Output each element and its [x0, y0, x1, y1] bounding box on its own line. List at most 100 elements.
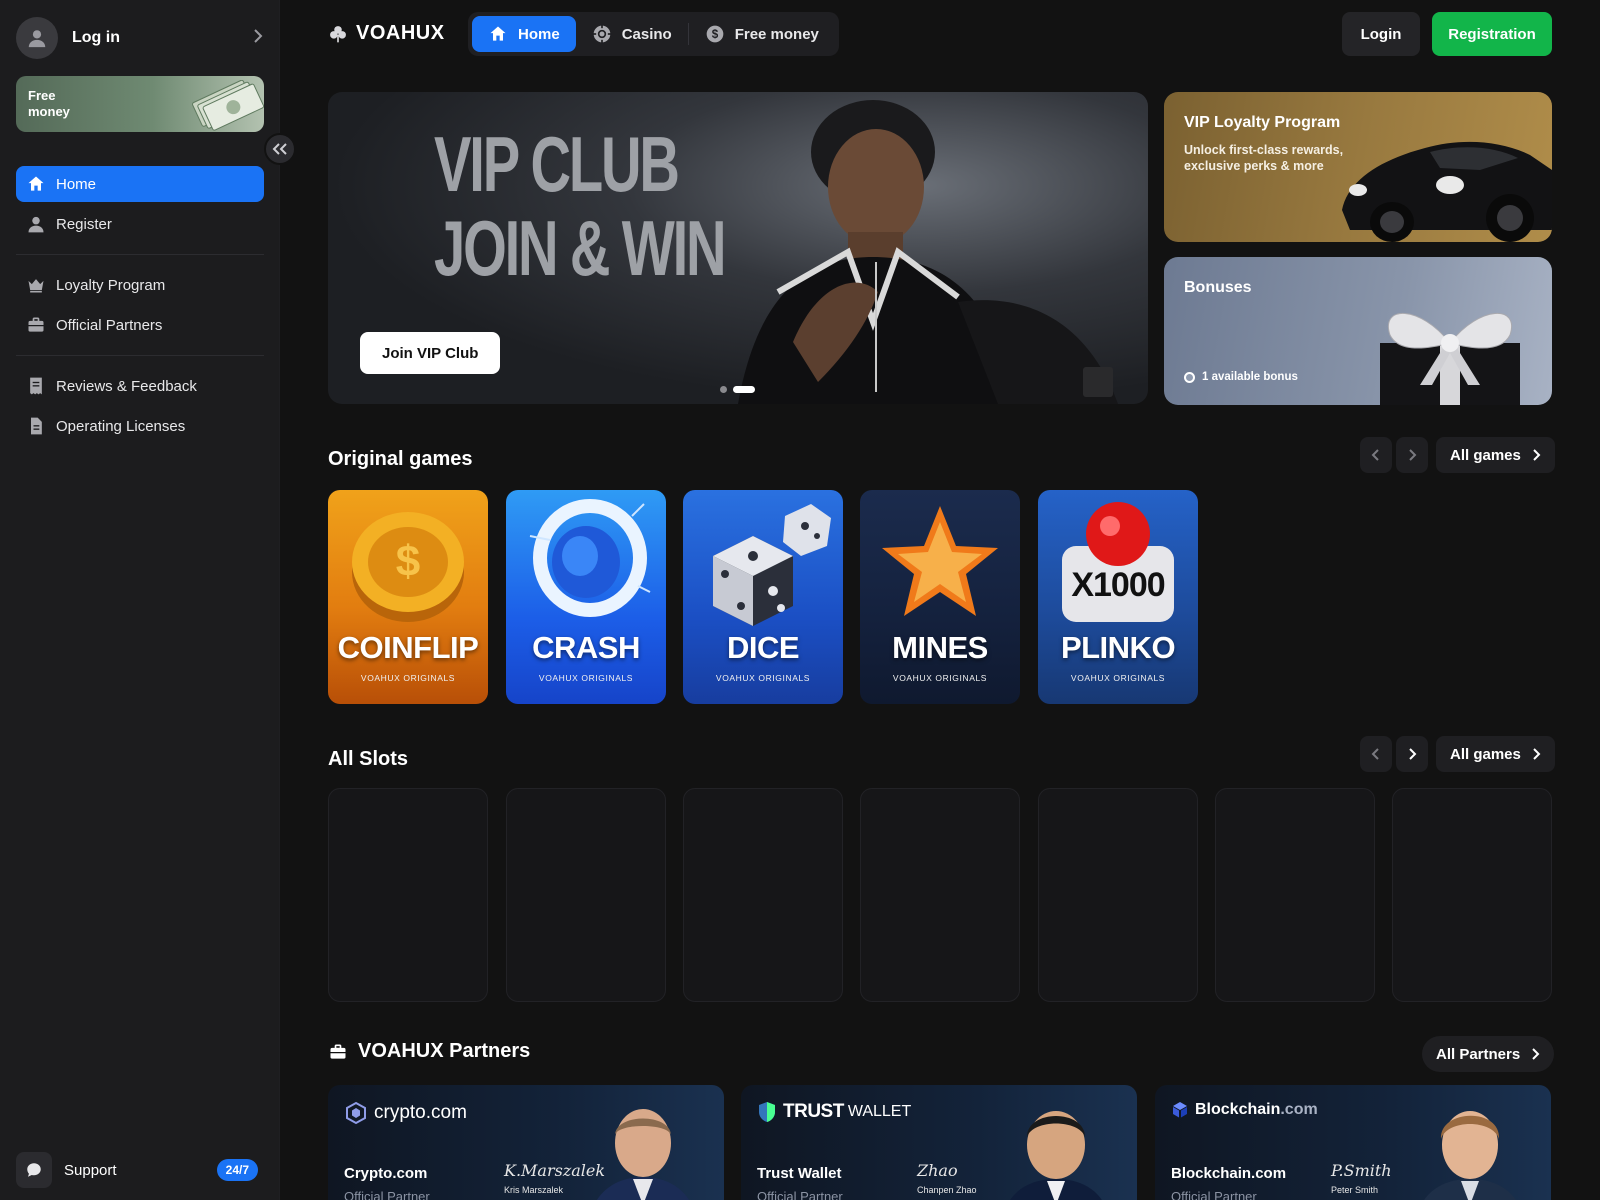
slot-card-placeholder[interactable] [1038, 788, 1198, 1002]
dollar-coin-icon: $ [706, 25, 724, 43]
slot-card-placeholder[interactable] [506, 788, 666, 1002]
crypto-com-logo: crypto.com [344, 1101, 467, 1125]
sidebar-item-label: Home [56, 175, 97, 193]
partner-logo-bold: Blockchain [1195, 1101, 1281, 1118]
partner-person: Kris Marszalek [504, 1185, 564, 1195]
coin-icon: $ [352, 512, 464, 622]
bonuses-card[interactable]: Bonuses 1 available bonus [1164, 257, 1552, 405]
hero-headline: VIP CLUB JOIN & WIN [434, 120, 727, 292]
login-label: Log in [72, 29, 120, 46]
registration-button[interactable]: Registration [1432, 12, 1552, 56]
original-games-next-button[interactable] [1396, 437, 1428, 473]
chevron-right-icon [1409, 748, 1417, 760]
home-icon [28, 176, 44, 191]
carousel-dot-active[interactable] [733, 386, 755, 393]
partners-title: VOAHUX Partners [328, 1040, 530, 1063]
slot-card-placeholder[interactable] [683, 788, 843, 1002]
game-subtitle: VOAHUX ORIGINALS [1070, 673, 1166, 683]
chevron-right-icon [252, 27, 264, 50]
all-slots-next-button[interactable] [1396, 736, 1428, 772]
partner-name: Blockchain.com [1171, 1165, 1287, 1182]
partner-name: Crypto.com [344, 1165, 428, 1182]
sidebar-item-reviews[interactable]: Reviews & Feedback [16, 368, 264, 404]
tab-free-money[interactable]: $ Free money [689, 16, 835, 52]
sidebar-item-label: Official Partners [56, 316, 163, 334]
slot-card-placeholder[interactable] [1392, 788, 1552, 1002]
sidebar-item-label: Loyalty Program [56, 276, 166, 294]
chevron-left-icon [1371, 748, 1379, 760]
all-slots-all-button[interactable]: All games [1436, 736, 1555, 772]
all-games-label: All games [1450, 745, 1521, 763]
game-card-dice[interactable]: DICE VOAHUX ORIGINALS [683, 490, 843, 704]
carousel-dot[interactable] [720, 386, 727, 393]
support-button[interactable]: Support 24/7 [16, 1152, 264, 1188]
game-card-crash[interactable]: CRASH VOAHUX ORIGINALS [506, 490, 666, 704]
vip-loyalty-card[interactable]: VIP Loyalty Program Unlock first-class r… [1164, 92, 1552, 242]
chevron-right-icon [1533, 449, 1541, 461]
game-card-plinko[interactable]: X1000 PLINKO VOAHUX ORIGINALS [1038, 490, 1198, 704]
partner-card-crypto-com[interactable]: crypto.com Crypto.com Official Partner K… [328, 1085, 724, 1200]
crown-icon [28, 279, 44, 293]
collapse-sidebar-button[interactable] [264, 133, 296, 165]
hero-person-image [738, 100, 1118, 404]
tab-home[interactable]: Home [472, 16, 576, 52]
partner-person: Peter Smith [1331, 1185, 1379, 1195]
svg-text:$: $ [711, 28, 718, 41]
receipt-icon [30, 377, 42, 395]
chevron-right-icon [1533, 748, 1541, 760]
sidebar-item-label: Reviews & Feedback [56, 377, 197, 395]
hero-headline-line2: JOIN & WIN [434, 204, 727, 292]
tab-casino[interactable]: Casino [576, 16, 688, 52]
blockchain-cube-icon [1173, 1102, 1187, 1118]
sidebar-item-official-partners[interactable]: Official Partners [16, 307, 264, 343]
avatar [16, 17, 58, 59]
sidebar-item-register[interactable]: Register [16, 206, 264, 242]
support-label: Support [64, 1161, 117, 1179]
dice-icon [713, 504, 831, 626]
hero-headline-line1: VIP CLUB [434, 120, 680, 208]
portal-ring-icon [529, 499, 651, 617]
original-games-all-button[interactable]: All games [1436, 437, 1555, 473]
partner-card-blockchain-com[interactable]: Blockchain .com Blockchain.com Official … [1155, 1085, 1551, 1200]
sidebar-item-label: Operating Licenses [56, 417, 186, 435]
free-money-label: Free money [28, 88, 70, 119]
bonuses-card-title: Bonuses [1184, 279, 1252, 296]
briefcase-icon [28, 317, 44, 332]
game-card-mines[interactable]: MINES VOAHUX ORIGINALS [860, 490, 1020, 704]
chevron-left-icon [1371, 449, 1379, 461]
free-money-banner[interactable]: Free money [16, 76, 264, 132]
brand-logo[interactable]: VOAHUX [328, 22, 445, 45]
login-row[interactable]: Log in [16, 16, 264, 60]
slot-card-placeholder[interactable] [860, 788, 1020, 1002]
chat-bubble-icon [16, 1152, 52, 1188]
trust-wallet-logo: TRUST WALLET [757, 1101, 911, 1123]
crypto-com-shield-icon [346, 1101, 366, 1125]
tab-label: Home [518, 25, 560, 43]
partner-logo-light: .com [1280, 1101, 1318, 1118]
sidebar-item-home[interactable]: Home [16, 166, 264, 202]
partner-logo-light: WALLET [847, 1103, 912, 1120]
partner-portrait-image [1424, 1111, 1516, 1200]
sidebar-nav-primary: Home Register Loyalty Program Official P… [16, 166, 264, 448]
partner-portrait-image [1010, 1111, 1102, 1200]
slot-card-placeholder[interactable] [1215, 788, 1375, 1002]
sidebar-item-loyalty-program[interactable]: Loyalty Program [16, 267, 264, 303]
hero-banner[interactable]: VIP CLUB JOIN & WIN Join VIP Club [328, 92, 1148, 404]
game-subtitle: VOAHUX ORIGINALS [715, 673, 811, 683]
cash-stack-icon [192, 80, 264, 131]
partner-card-trust-wallet[interactable]: TRUST WALLET Trust Wallet Official Partn… [741, 1085, 1137, 1200]
original-games-prev-button[interactable] [1360, 437, 1392, 473]
all-partners-button[interactable]: All Partners [1422, 1036, 1555, 1072]
all-slots-prev-button[interactable] [1360, 736, 1392, 772]
support-hours-badge: 24/7 [216, 1159, 258, 1181]
sidebar-item-label: Register [56, 215, 112, 233]
login-button[interactable]: Login [1342, 12, 1420, 56]
join-vip-club-button[interactable]: Join VIP Club [360, 332, 501, 374]
partner-signature: P.Smith [1331, 1161, 1392, 1180]
document-icon [31, 417, 42, 435]
radio-dot-icon [1184, 371, 1195, 383]
slot-card-placeholder[interactable] [328, 788, 488, 1002]
partner-role: Official Partner [344, 1189, 430, 1200]
sidebar-item-operating-licenses[interactable]: Operating Licenses [16, 408, 264, 444]
game-card-coinflip[interactable]: $ COINFLIP VOAHUX ORIGINALS [328, 490, 488, 704]
